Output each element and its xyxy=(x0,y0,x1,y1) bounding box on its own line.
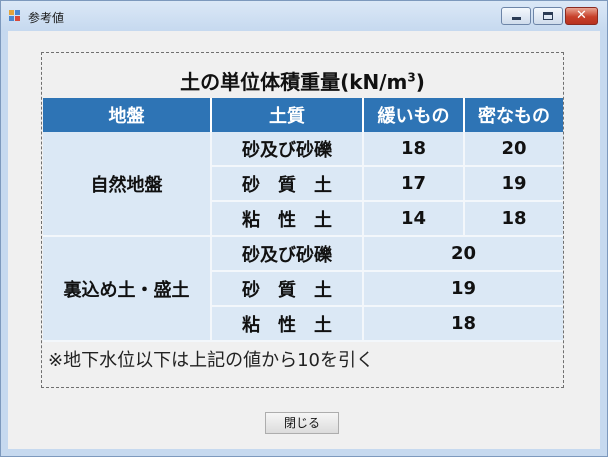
header-loose: 緩いもの xyxy=(363,98,465,132)
table-title: 土の単位体積重量(kN/m3) xyxy=(42,66,563,95)
minimize-button[interactable] xyxy=(501,7,531,25)
close-button[interactable]: 閉じる xyxy=(265,412,339,434)
unit-weight-table: 地盤 土質 緩いもの 密なもの 自然地盤 砂及び砂礫 18 20 砂 質 土 1… xyxy=(43,98,563,342)
loose-value: 18 xyxy=(363,132,465,167)
soil-cell: 砂 質 土 xyxy=(211,271,364,307)
window-title: 参考値 xyxy=(28,11,65,25)
table-title-main: 土の単位体積重量(kN/m xyxy=(180,70,408,94)
groundwater-note: ※地下水位以下は上記の値から10を引く xyxy=(48,350,374,371)
loose-value: 14 xyxy=(363,201,465,237)
soil-cell: 粘 性 土 xyxy=(211,201,364,237)
ground-backfill: 裏込め土・盛土 xyxy=(43,236,212,342)
table-header-row: 地盤 土質 緩いもの 密なもの xyxy=(43,98,563,132)
dense-value: 18 xyxy=(464,201,563,237)
soil-cell: 砂及び砂礫 xyxy=(211,132,364,167)
dense-value: 19 xyxy=(464,166,563,202)
merged-value: 20 xyxy=(363,236,563,272)
dense-value: 20 xyxy=(464,132,563,167)
maximize-icon xyxy=(543,12,553,20)
table-row: 自然地盤 砂及び砂礫 18 20 xyxy=(43,132,563,237)
soil-cell: 砂及び砂礫 xyxy=(211,236,364,272)
soil-cell: 粘 性 土 xyxy=(211,306,364,342)
window: 参考値 ✕ 土の単位体積重量(kN/m3) 地盤 土質 緩いもの 密なもの 自然… xyxy=(0,0,608,457)
merged-value: 19 xyxy=(363,271,563,307)
minimize-icon xyxy=(512,17,521,20)
close-icon: ✕ xyxy=(576,8,587,23)
title-bar[interactable]: 参考値 ✕ xyxy=(1,1,607,31)
header-soil: 土質 xyxy=(211,98,364,132)
ground-natural: 自然地盤 xyxy=(43,132,212,237)
table-row: 裏込め土・盛土 砂及び砂礫 20 xyxy=(43,236,563,342)
table-title-superscript: 3 xyxy=(407,70,416,85)
close-window-button[interactable]: ✕ xyxy=(565,7,598,25)
app-icon xyxy=(9,10,21,22)
loose-value: 17 xyxy=(363,166,465,202)
header-ground: 地盤 xyxy=(43,98,212,132)
table-title-tail: ) xyxy=(415,70,425,94)
soil-cell: 砂 質 土 xyxy=(211,166,364,202)
reference-panel: 土の単位体積重量(kN/m3) 地盤 土質 緩いもの 密なもの 自然地盤 砂及び… xyxy=(41,52,564,388)
header-dense: 密なもの xyxy=(464,98,563,132)
merged-value: 18 xyxy=(363,306,563,342)
client-area: 土の単位体積重量(kN/m3) 地盤 土質 緩いもの 密なもの 自然地盤 砂及び… xyxy=(8,31,600,449)
maximize-button[interactable] xyxy=(533,7,563,25)
